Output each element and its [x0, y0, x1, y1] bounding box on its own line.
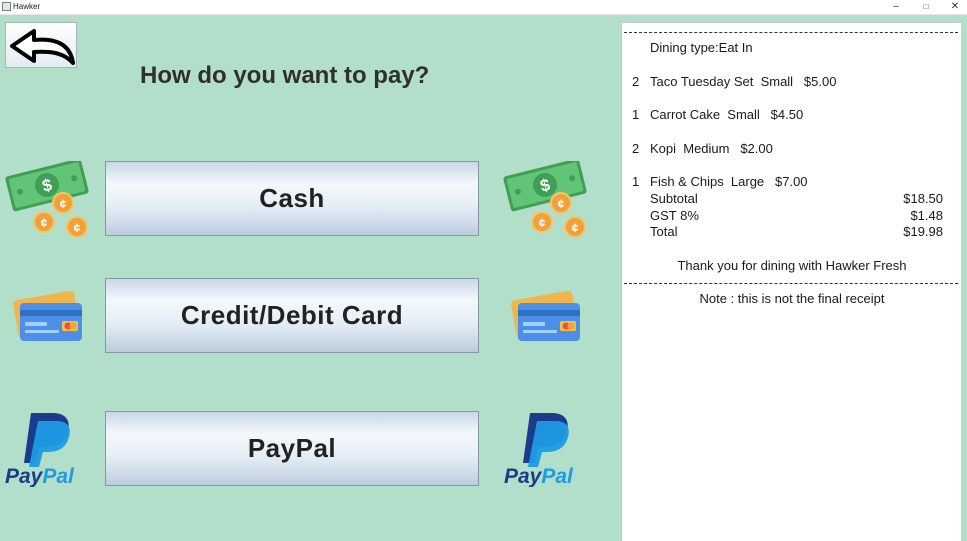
item-qty: 2	[632, 74, 640, 89]
paypal-logo-pay: Pay	[504, 465, 543, 487]
svg-text:¢: ¢	[558, 197, 565, 211]
paypal-logo-pal: Pal	[42, 465, 75, 487]
total-label: Total	[650, 224, 678, 239]
credit-card-icon	[10, 290, 86, 350]
credit-card-icon	[508, 290, 584, 350]
svg-text:PayPal: PayPal	[5, 465, 75, 487]
item-desc: Taco Tuesday Set Small $5.00	[650, 74, 837, 89]
svg-text:PayPal: PayPal	[504, 465, 574, 487]
paypal-button[interactable]: PayPal	[105, 411, 479, 486]
maximize-button[interactable]: □	[911, 0, 941, 14]
minimize-button[interactable]: –	[881, 0, 911, 14]
item-desc: Carrot Cake Small $4.50	[650, 107, 804, 122]
item-desc: Kopi Medium $2.00	[650, 141, 773, 156]
cash-icon: $ ¢ ¢ ¢	[503, 158, 589, 244]
item-qty: 1	[632, 174, 640, 189]
gst-label: GST 8%	[650, 208, 699, 223]
receipt-panel: Dining type:Eat In 2 Taco Tuesday Set Sm…	[621, 22, 961, 541]
total-value: $19.98	[903, 224, 943, 239]
close-button[interactable]: ✕	[940, 0, 967, 14]
credit-debit-card-button[interactable]: Credit/Debit Card	[105, 278, 479, 353]
svg-text:¢: ¢	[60, 197, 67, 211]
svg-text:¢: ¢	[41, 216, 48, 230]
paypal-logo-pay: Pay	[5, 465, 44, 487]
paypal-logo: PayPal	[504, 413, 588, 492]
svg-text:¢: ¢	[74, 221, 81, 235]
back-arrow-icon	[10, 29, 75, 65]
back-button[interactable]	[5, 22, 77, 68]
dining-type: Dining type:Eat In	[650, 40, 753, 55]
receipt-divider	[624, 283, 958, 284]
app-icon	[2, 2, 11, 11]
page-heading: How do you want to pay?	[140, 62, 430, 89]
thank-you-message: Thank you for dining with Hawker Fresh	[677, 258, 907, 273]
payment-pane: How do you want to pay? $ ¢ ¢ ¢ Cash $ ¢…	[0, 15, 620, 541]
window-title: Hawker	[13, 2, 41, 11]
gst-value: $1.48	[910, 208, 943, 223]
cash-button[interactable]: Cash	[105, 161, 479, 236]
window-titlebar: Hawker – □ ✕	[0, 0, 967, 15]
cash-icon: $ ¢ ¢ ¢	[5, 158, 91, 244]
svg-text:¢: ¢	[539, 216, 546, 230]
subtotal-label: Subtotal	[650, 191, 698, 206]
paypal-logo-pal: Pal	[541, 465, 574, 487]
receipt-divider	[624, 32, 958, 33]
item-qty: 1	[632, 107, 640, 122]
receipt-note: Note : this is not the final receipt	[699, 291, 885, 306]
svg-text:¢: ¢	[572, 221, 579, 235]
item-desc: Fish & Chips Large $7.00	[650, 174, 808, 189]
subtotal-value: $18.50	[903, 191, 943, 206]
item-qty: 2	[632, 141, 640, 156]
paypal-logo: PayPal	[5, 413, 89, 492]
